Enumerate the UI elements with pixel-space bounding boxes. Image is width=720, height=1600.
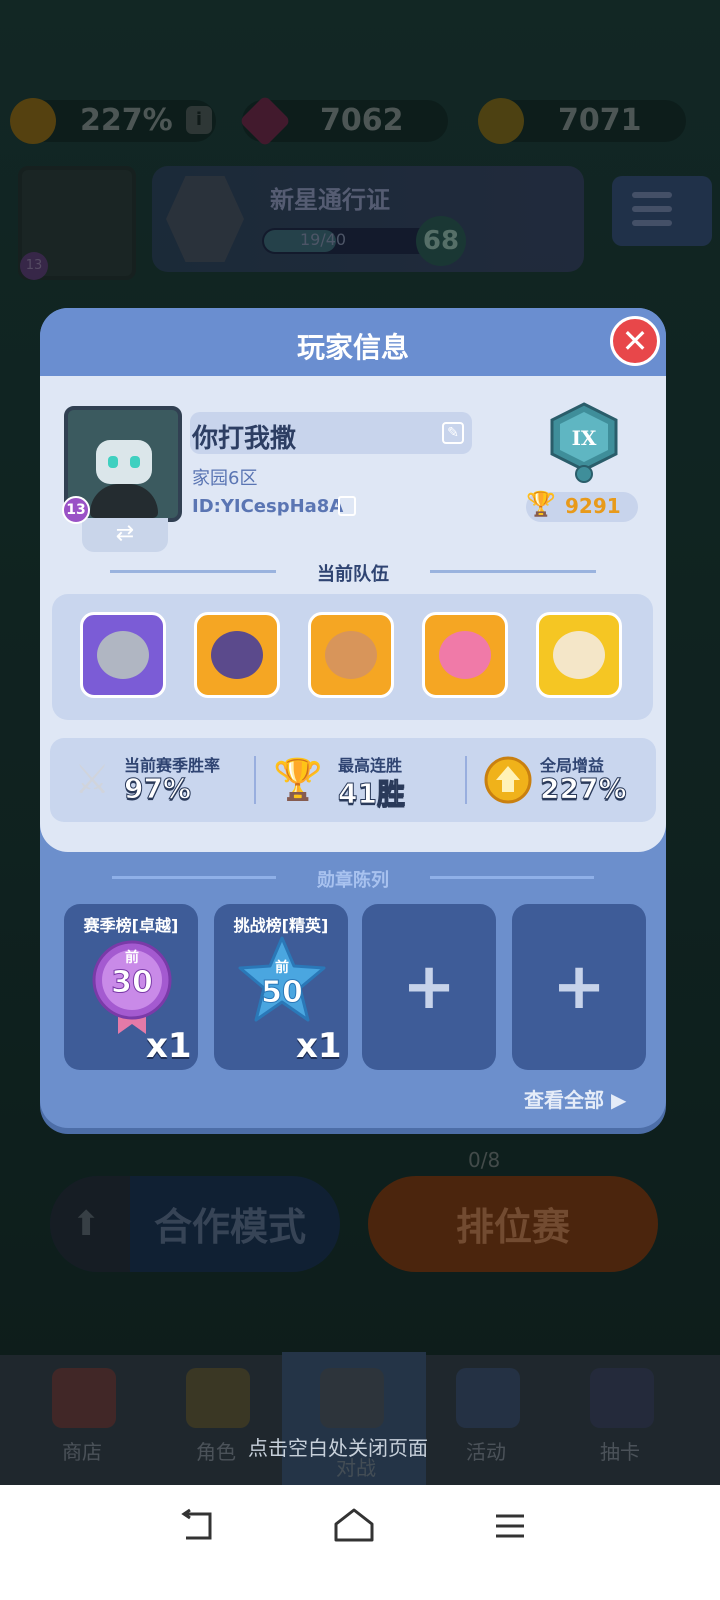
svg-text:前: 前 xyxy=(125,949,139,966)
hero-angel[interactable] xyxy=(536,612,622,698)
close-button[interactable]: ✕ xyxy=(610,316,660,366)
medals-title: 勋章陈列 xyxy=(317,870,389,891)
back-icon[interactable] xyxy=(176,1508,216,1544)
medal-title-challenge: 挑战榜[精英] xyxy=(233,916,329,935)
hero-portrait xyxy=(97,631,149,679)
stat-value-boost: 227% xyxy=(540,772,628,806)
svg-text:50: 50 xyxy=(261,975,303,1010)
add-medal-icon: + xyxy=(402,950,456,1024)
svg-text:前: 前 xyxy=(275,959,289,976)
player-id: ID:YICespHa8A xyxy=(192,496,344,517)
view-all-link[interactable]: 查看全部 ▶ xyxy=(524,1084,626,1113)
medal-title-season: 赛季榜[卓越] xyxy=(83,916,179,935)
home-icon[interactable] xyxy=(332,1506,376,1544)
rank-emblem: IX xyxy=(550,402,618,483)
hero-pink-cat[interactable] xyxy=(422,612,508,698)
hero-dark-mage[interactable] xyxy=(194,612,280,698)
hero-samurai[interactable] xyxy=(308,612,394,698)
menu-icon[interactable] xyxy=(492,1510,528,1542)
hero-portrait xyxy=(553,631,605,679)
add-medal-icon: + xyxy=(552,950,606,1024)
stat-value-streak: 41胜 xyxy=(338,777,406,811)
swap-avatar-button[interactable]: ⇄ xyxy=(82,518,168,552)
medal-badge-30: 前 30 xyxy=(92,940,172,1034)
swap-icon: ⇄ xyxy=(115,521,135,546)
team-title: 当前队伍 xyxy=(317,564,389,585)
player-level-badge: 13 xyxy=(62,496,90,524)
copy-id-icon[interactable] xyxy=(338,496,356,516)
edit-name-icon[interactable]: ✎ xyxy=(442,422,464,444)
player-name: 你打我撒 xyxy=(192,424,297,454)
hero-knight[interactable] xyxy=(80,612,166,698)
medal-badge-50: 前 50 xyxy=(238,936,326,1022)
boost-icon xyxy=(482,754,534,806)
close-icon: ✕ xyxy=(621,322,649,360)
trophy-count: 9291 xyxy=(565,494,621,518)
medal-count-challenge: x1 xyxy=(296,1026,342,1066)
medal-count-season: x1 xyxy=(146,1026,192,1066)
hero-portrait xyxy=(439,631,491,679)
svg-text:30: 30 xyxy=(111,965,153,1000)
close-hint: 点击空白处关闭页面 xyxy=(248,1436,428,1460)
trophy-icon: 🏆 xyxy=(273,757,323,803)
modal-title: 玩家信息 xyxy=(296,331,409,364)
rank-emblem-label: IX xyxy=(572,426,597,450)
hero-portrait xyxy=(211,631,263,679)
player-server: 家园6区 xyxy=(192,468,258,489)
stat-value-winrate: 97% xyxy=(123,772,192,806)
trophy-icon: 🏆 xyxy=(526,490,556,518)
hero-portrait xyxy=(325,631,377,679)
swords-icon: ⚔ xyxy=(74,757,110,803)
